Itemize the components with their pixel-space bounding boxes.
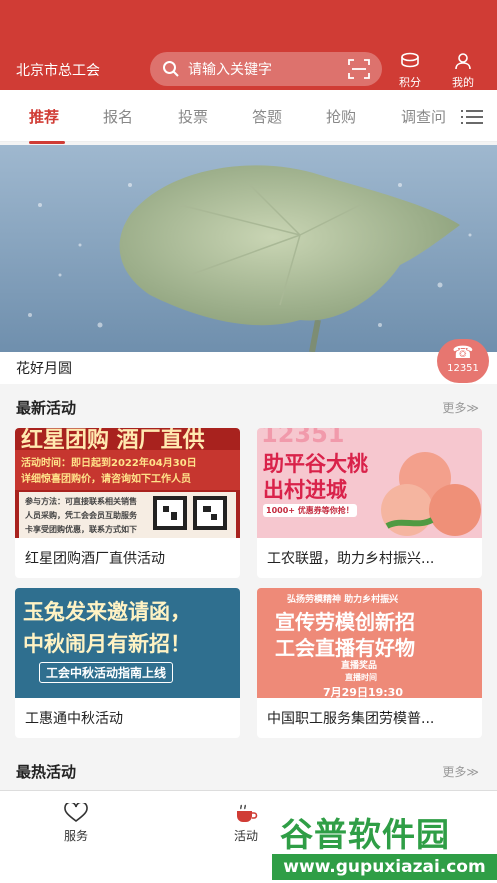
points-button[interactable]: 积分 bbox=[393, 52, 427, 90]
activity-title: 工农联盟，助力乡村振兴... bbox=[267, 551, 435, 567]
activity-card[interactable]: 12351 助平谷大桃 出村进城 1000+ 优惠券等你抢！ 工农联盟，助力乡村… bbox=[257, 428, 482, 578]
hot-activities-title: 最热活动 bbox=[16, 763, 77, 781]
hot-more-link[interactable]: 更多≫ bbox=[442, 763, 479, 780]
image-line: 卡享受团购优惠，联系方式如下 bbox=[25, 525, 137, 534]
app-screen: 北京市总工会 请输入关键字 积分 我的 推荐 报名 投票 答题 抢购 调查问 花… bbox=[0, 0, 497, 883]
activity-image: 12351 助平谷大桃 出村进城 1000+ 优惠券等你抢！ bbox=[257, 428, 482, 538]
nav-service[interactable]: 服务 bbox=[64, 803, 88, 844]
tab-flash-sale[interactable]: 抢购 bbox=[326, 106, 356, 127]
image-line: 参与方法：可直接联系相关销售 bbox=[25, 497, 137, 506]
watermark-title: 谷普软件园 bbox=[280, 815, 450, 854]
image-headline: 12351 bbox=[261, 428, 345, 448]
latest-more-link[interactable]: 更多≫ bbox=[442, 399, 479, 416]
active-tab-indicator bbox=[29, 141, 65, 144]
banner-image[interactable] bbox=[0, 145, 497, 352]
image-line: 7月29日19:30 bbox=[323, 686, 403, 698]
header-bar: 北京市总工会 请输入关键字 积分 我的 bbox=[0, 0, 497, 90]
image-line: 出村进城 bbox=[263, 478, 347, 502]
tab-survey[interactable]: 调查问 bbox=[401, 106, 446, 127]
activity-title: 红星团购酒厂直供活动 bbox=[25, 551, 165, 567]
watermark-url: www.gupuxiazai.com bbox=[272, 854, 497, 880]
image-line: 玉兔发来邀请函， bbox=[23, 600, 191, 624]
image-headline: 弘扬劳模精神 助力乡村振兴 bbox=[287, 595, 399, 605]
image-line: 直播奖品 bbox=[341, 661, 378, 671]
activity-card[interactable]: 玉兔发来邀请函， 中秋闹月有新招！ 工会中秋活动指南上线 工惠通中秋活动 bbox=[15, 588, 240, 738]
activity-image: 弘扬劳模精神 助力乡村振兴 宣传劳模创新招 工会直播有好物 直播奖品 直播时间 … bbox=[257, 588, 482, 698]
hotline-number: 12351 bbox=[447, 363, 479, 374]
peach-icon bbox=[381, 452, 481, 536]
nav-service-label: 服务 bbox=[64, 829, 89, 843]
banner-caption: 花好月圆 bbox=[16, 361, 72, 377]
nav-activity-label: 活动 bbox=[234, 829, 259, 843]
watermark-logo: 谷普软件园 www.gupuxiazai.com bbox=[272, 804, 497, 883]
search-placeholder: 请输入关键字 bbox=[188, 62, 272, 78]
image-line: 中秋闹月有新招！ bbox=[23, 632, 191, 656]
activity-title: 中国职工服务集团劳模普... bbox=[267, 711, 435, 727]
category-tabs: 推荐 报名 投票 答题 抢购 调查问 bbox=[0, 90, 497, 142]
image-line: 宣传劳模创新招 bbox=[275, 610, 415, 634]
image-line: 详细惊喜团购价，请咨询如下工作人员 bbox=[21, 474, 191, 485]
image-line: 直播时间 bbox=[345, 673, 377, 682]
org-name: 北京市总工会 bbox=[16, 63, 100, 79]
phone-icon: ☎ bbox=[452, 343, 474, 363]
points-label: 积分 bbox=[399, 76, 421, 89]
image-line: 工会中秋活动指南上线 bbox=[39, 662, 174, 683]
heart-icon bbox=[64, 803, 88, 823]
activity-image: 玉兔发来邀请函， 中秋闹月有新招！ 工会中秋活动指南上线 bbox=[15, 588, 240, 698]
coins-icon bbox=[401, 52, 419, 68]
tab-quiz[interactable]: 答题 bbox=[252, 106, 282, 127]
banner-caption-bar: 花好月圆 bbox=[0, 352, 497, 384]
user-icon bbox=[455, 53, 471, 70]
menu-icon[interactable] bbox=[461, 108, 483, 126]
scan-icon[interactable] bbox=[348, 59, 370, 79]
image-line: 1000+ 优惠券等你抢！ bbox=[263, 504, 357, 517]
search-icon bbox=[163, 61, 179, 77]
image-line: 人员采购，凭工会会员互助服务 bbox=[25, 511, 137, 520]
activity-card[interactable]: 弘扬劳模精神 助力乡村振兴 宣传劳模创新招 工会直播有好物 直播奖品 直播时间 … bbox=[257, 588, 482, 738]
activity-image: 红星团购 酒厂直供 活动时间：即日起到2022年04月30日 详细惊喜团购价，请… bbox=[15, 428, 240, 538]
qr-code-icon bbox=[153, 496, 227, 530]
nav-activity[interactable]: 活动 bbox=[234, 803, 258, 844]
hotline-button[interactable]: ☎ 12351 bbox=[437, 339, 489, 383]
image-line: 工会直播有好物 bbox=[275, 636, 415, 660]
activity-title: 工惠通中秋活动 bbox=[25, 711, 123, 727]
mine-button[interactable]: 我的 bbox=[446, 52, 480, 90]
image-line: 活动时间：即日起到2022年04月30日 bbox=[21, 458, 197, 469]
cup-icon bbox=[237, 804, 258, 822]
tab-recommend[interactable]: 推荐 bbox=[29, 106, 59, 127]
mine-label: 我的 bbox=[452, 76, 474, 89]
tab-signup[interactable]: 报名 bbox=[103, 106, 133, 127]
tab-vote[interactable]: 投票 bbox=[178, 106, 208, 127]
search-input[interactable]: 请输入关键字 bbox=[150, 52, 382, 86]
activity-card[interactable]: 红星团购 酒厂直供 活动时间：即日起到2022年04月30日 详细惊喜团购价，请… bbox=[15, 428, 240, 578]
latest-activities-title: 最新活动 bbox=[16, 399, 77, 417]
